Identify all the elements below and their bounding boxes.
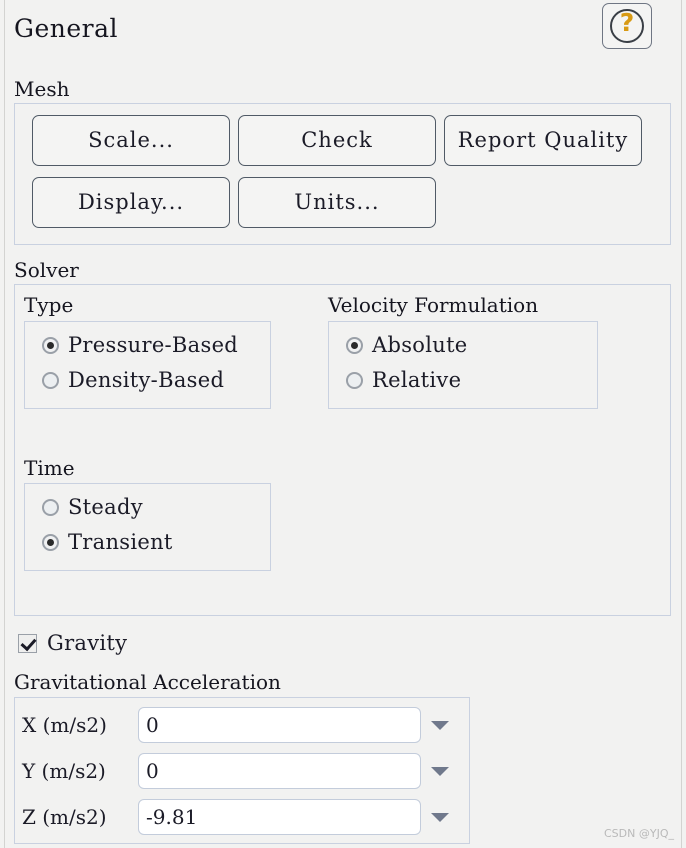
radio-label: Absolute	[372, 333, 468, 357]
solver-type-label: Type	[24, 293, 74, 317]
page-title: General	[14, 14, 119, 43]
radio-indicator-icon	[42, 533, 59, 551]
help-button[interactable]: ?	[602, 3, 652, 49]
radio-label: Steady	[68, 495, 143, 519]
time-label: Time	[24, 456, 75, 480]
gravity-checkbox-row[interactable]: Gravity	[18, 631, 127, 655]
general-settings-panel: General ? Mesh Scale... Check Report Qua…	[0, 0, 686, 848]
gravity-y-input[interactable]	[138, 753, 421, 789]
radio-label: Transient	[68, 530, 173, 554]
chevron-down-icon-y[interactable]	[421, 753, 455, 789]
gravity-x-input[interactable]	[138, 707, 421, 743]
radio-absolute[interactable]: Absolute	[346, 330, 468, 360]
gravity-z-label: Z (m/s2)	[22, 805, 107, 829]
radio-indicator-icon	[346, 371, 363, 389]
radio-indicator-icon	[42, 498, 59, 516]
radio-transient[interactable]: Transient	[42, 527, 173, 557]
question-mark-icon: ?	[619, 8, 635, 37]
gravity-y-row: Y (m/s2)	[22, 752, 455, 790]
gravity-checkbox-label: Gravity	[47, 631, 128, 655]
panel-left-divider	[4, 0, 5, 848]
display-button[interactable]: Display...	[32, 177, 230, 228]
check-button[interactable]: Check	[238, 115, 436, 166]
velocity-formulation-label: Velocity Formulation	[328, 293, 539, 317]
panel-right-divider	[681, 0, 682, 848]
solver-section-label: Solver	[14, 258, 79, 282]
gravity-x-label: X (m/s2)	[22, 713, 107, 737]
chevron-down-icon-x[interactable]	[421, 707, 455, 743]
radio-steady[interactable]: Steady	[42, 492, 143, 522]
radio-pressure-based[interactable]: Pressure-Based	[42, 330, 238, 360]
scale-button[interactable]: Scale...	[32, 115, 230, 166]
mesh-section-label: Mesh	[14, 77, 70, 101]
radio-indicator-icon	[42, 336, 59, 354]
watermark: CSDN @YJQ_	[604, 827, 674, 840]
radio-indicator-icon	[346, 336, 363, 354]
chevron-down-icon-z[interactable]	[421, 799, 455, 835]
radio-density-based[interactable]: Density-Based	[42, 365, 224, 395]
radio-label: Density-Based	[68, 368, 225, 392]
gravity-x-row: X (m/s2)	[22, 706, 455, 744]
checkmark-icon	[18, 633, 37, 653]
units-button[interactable]: Units...	[238, 177, 436, 228]
gravity-y-label: Y (m/s2)	[22, 759, 106, 783]
gravity-z-row: Z (m/s2)	[22, 798, 455, 836]
gravitational-acceleration-label: Gravitational Acceleration	[14, 670, 281, 694]
gravity-z-input[interactable]	[138, 799, 421, 835]
report-quality-button[interactable]: Report Quality	[444, 115, 642, 166]
radio-relative[interactable]: Relative	[346, 365, 461, 395]
radio-indicator-icon	[42, 371, 59, 389]
radio-label: Relative	[372, 368, 462, 392]
radio-label: Pressure-Based	[68, 333, 239, 357]
